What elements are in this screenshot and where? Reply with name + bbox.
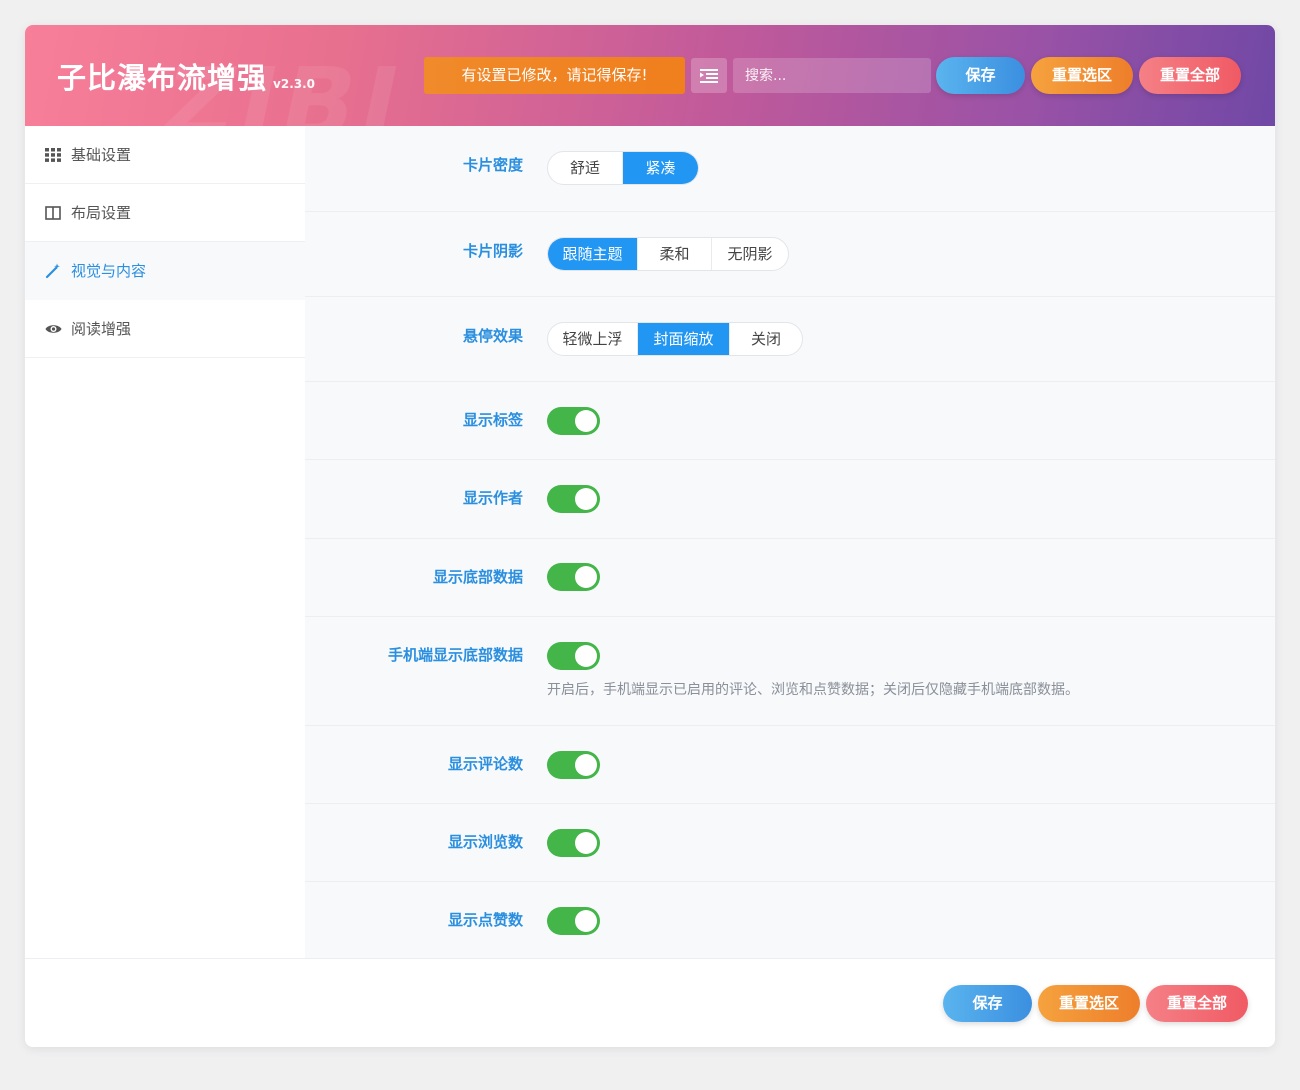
sidebar-item-visual[interactable]: 视觉与内容 — [25, 242, 305, 300]
show-author-toggle[interactable] — [547, 485, 600, 513]
setting-label: 显示作者 — [462, 489, 523, 507]
search-input[interactable] — [733, 58, 931, 93]
footer-bar: 保存 重置选区 重置全部 — [25, 958, 1275, 1047]
card-density-selector: 舒适 紧凑 — [547, 151, 699, 185]
setting-label: 卡片阴影 — [462, 242, 523, 260]
setting-label: 显示标签 — [462, 411, 523, 429]
sidebar-item-label: 布局设置 — [71, 204, 132, 222]
setting-label: 卡片密度 — [462, 156, 523, 174]
option-comfortable[interactable]: 舒适 — [548, 152, 623, 184]
sidebar-item-basic[interactable]: 基础设置 — [25, 126, 305, 184]
footer-save-button[interactable]: 保存 — [943, 985, 1032, 1022]
reset-section-button[interactable]: 重置选区 — [1031, 57, 1133, 94]
indent-list-icon — [700, 68, 718, 83]
reset-all-button[interactable]: 重置全部 — [1139, 57, 1241, 94]
option-follow-theme[interactable]: 跟随主题 — [548, 238, 638, 270]
settings-content: 卡片密度 舒适 紧凑 卡片阴影 跟随主题 柔和 无阴影 悬停效果 轻微上浮 封面… — [305, 126, 1275, 958]
setting-row-card-density: 卡片密度 舒适 紧凑 — [305, 126, 1275, 212]
menu-toggle-button[interactable] — [691, 58, 727, 93]
save-button[interactable]: 保存 — [936, 57, 1025, 94]
sidebar-item-layout[interactable]: 布局设置 — [25, 184, 305, 242]
sidebar-item-reading[interactable]: 阅读增强 — [25, 300, 305, 358]
setting-row-show-tags: 显示标签 — [305, 382, 1275, 460]
show-likes-toggle[interactable] — [547, 907, 600, 935]
show-comments-toggle[interactable] — [547, 751, 600, 779]
footer-reset-all-button[interactable]: 重置全部 — [1146, 985, 1248, 1022]
sidebar: 基础设置 布局设置 视觉与内容 阅读增强 — [25, 126, 305, 958]
hover-effect-selector: 轻微上浮 封面缩放 关闭 — [547, 322, 803, 356]
plugin-title-text: 子比瀑布流增强 — [57, 61, 268, 95]
magic-wand-icon — [44, 262, 62, 280]
show-tags-toggle[interactable] — [547, 407, 600, 435]
show-footer-data-toggle[interactable] — [547, 563, 600, 591]
header-bar: ZIBI 子比瀑布流增强v2.3.0 有设置已修改，请记得保存! 保存 重置选区… — [25, 25, 1275, 159]
setting-row-show-author: 显示作者 — [305, 460, 1275, 539]
sidebar-item-label: 视觉与内容 — [71, 262, 147, 280]
footer-reset-section-button[interactable]: 重置选区 — [1038, 985, 1140, 1022]
option-lift[interactable]: 轻微上浮 — [548, 323, 638, 355]
sidebar-item-label: 阅读增强 — [71, 320, 132, 338]
option-soft[interactable]: 柔和 — [638, 238, 712, 270]
show-views-toggle[interactable] — [547, 829, 600, 857]
setting-row-hover-effect: 悬停效果 轻微上浮 封面缩放 关闭 — [305, 297, 1275, 382]
setting-description: 开启后，手机端显示已启用的评论、浏览和点赞数据；关闭后仅隐藏手机端底部数据。 — [547, 682, 1079, 698]
eye-icon — [44, 320, 62, 338]
setting-row-card-shadow: 卡片阴影 跟随主题 柔和 无阴影 — [305, 212, 1275, 297]
setting-label: 悬停效果 — [462, 327, 523, 345]
plugin-title: 子比瀑布流增强 v2.3.0 — [57, 55, 315, 97]
setting-label: 显示评论数 — [447, 755, 523, 773]
setting-label: 手机端显示底部数据 — [387, 646, 523, 664]
setting-label: 显示底部数据 — [432, 568, 523, 586]
columns-icon — [44, 204, 62, 222]
option-compact[interactable]: 紧凑 — [623, 152, 698, 184]
sidebar-item-label: 基础设置 — [71, 146, 132, 164]
option-no-shadow[interactable]: 无阴影 — [712, 238, 788, 270]
version-label: v2.3.0 — [273, 77, 316, 91]
setting-row-mobile-footer-data: 手机端显示底部数据 开启后，手机端显示已启用的评论、浏览和点赞数据；关闭后仅隐藏… — [305, 617, 1275, 726]
setting-row-show-footer-data: 显示底部数据 — [305, 539, 1275, 617]
card-shadow-selector: 跟随主题 柔和 无阴影 — [547, 237, 789, 271]
setting-label: 显示浏览数 — [447, 833, 523, 851]
grid-icon — [44, 146, 62, 164]
option-off[interactable]: 关闭 — [730, 323, 802, 355]
setting-row-show-views: 显示浏览数 — [305, 804, 1275, 882]
option-cover-zoom[interactable]: 封面缩放 — [638, 323, 730, 355]
unsaved-notice: 有设置已修改，请记得保存! — [424, 57, 685, 94]
setting-row-show-likes: 显示点赞数 — [305, 882, 1275, 960]
mobile-footer-data-toggle[interactable] — [547, 642, 600, 670]
setting-row-show-comments: 显示评论数 — [305, 726, 1275, 804]
setting-label: 显示点赞数 — [447, 911, 523, 929]
settings-panel: ZIBI 子比瀑布流增强v2.3.0 有设置已修改，请记得保存! 保存 重置选区… — [25, 25, 1275, 1047]
